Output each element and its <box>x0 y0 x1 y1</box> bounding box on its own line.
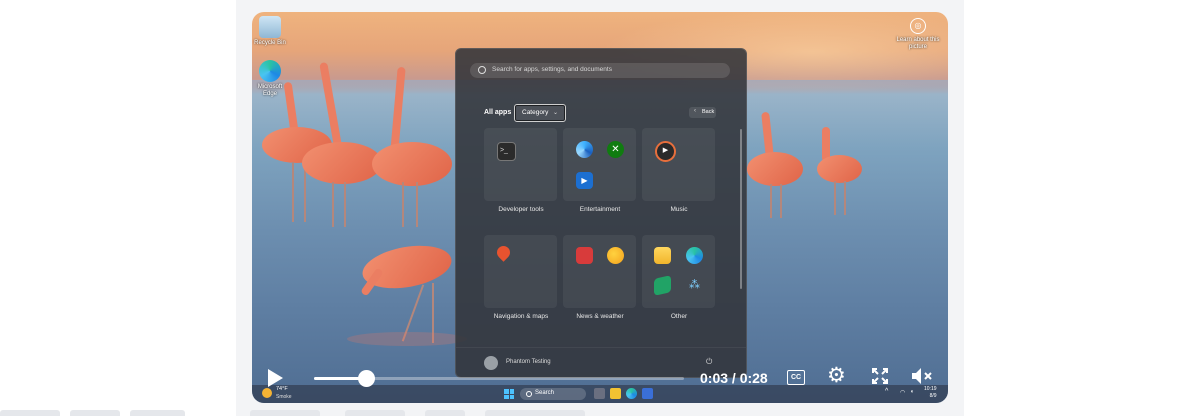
progress-handle[interactable] <box>357 370 375 387</box>
category-tile-navigation-maps[interactable] <box>484 235 557 308</box>
page-bottom-strip <box>0 410 1200 416</box>
desktop-icon-edge[interactable]: Microsoft Edge <box>252 60 288 98</box>
bottom-tab[interactable] <box>485 410 585 416</box>
play-button[interactable] <box>268 369 283 387</box>
weather-icon <box>607 247 624 264</box>
back-button[interactable]: ‹ Back <box>689 107 716 118</box>
chevron-left-icon: ‹ <box>694 108 696 114</box>
back-button-label: Back <box>702 109 715 115</box>
category-tile-music[interactable]: ▶ <box>642 128 715 201</box>
category-label: Navigation & maps <box>493 313 549 320</box>
video-frame: Recycle Bin Microsoft Edge ◎ Learn about… <box>252 12 948 403</box>
media-player-icon: ▶ <box>655 141 676 162</box>
captions-button[interactable]: CC <box>787 370 805 385</box>
learn-about-picture[interactable]: ◎ Learn about this picture <box>896 18 940 51</box>
bottom-tab[interactable] <box>250 410 320 416</box>
category-tile-other[interactable]: ⁂ <box>642 235 715 308</box>
desktop-icon-label: Recycle Bin <box>254 40 286 46</box>
video-controls: 0:03 / 0:28 CC ⚙ <box>252 362 948 402</box>
category-label: Music <box>670 206 688 213</box>
category-tile-entertainment[interactable]: ✕ ▶ <box>563 128 636 201</box>
video-player[interactable]: Recycle Bin Microsoft Edge ◎ Learn about… <box>252 12 948 403</box>
chevron-down-icon: ⌄ <box>552 110 558 116</box>
search-placeholder: Search for apps, settings, and documents <box>492 66 612 73</box>
category-label: Other <box>670 313 688 320</box>
mute-icon[interactable] <box>910 366 934 386</box>
category-label: Entertainment <box>579 206 621 213</box>
excel-icon <box>654 275 671 296</box>
settings-gear-icon[interactable]: ⚙ <box>827 365 846 386</box>
progress-bar[interactable] <box>314 370 684 387</box>
reflection <box>347 332 467 346</box>
recycle-bin-icon <box>259 16 281 38</box>
learn-about-picture-label: Learn about this picture <box>896 37 940 50</box>
category-label: Developer tools <box>498 206 544 213</box>
camera-icon: ◎ <box>910 18 926 34</box>
category-tile-developer-tools[interactable]: >_ <box>484 128 557 201</box>
all-apps-label: All apps <box>484 109 512 116</box>
bottom-tab[interactable] <box>0 410 60 416</box>
bottom-tab[interactable] <box>345 410 405 416</box>
news-icon <box>576 247 593 264</box>
fullscreen-icon[interactable] <box>870 366 890 386</box>
terminal-icon: >_ <box>497 142 516 161</box>
start-menu-scrollbar[interactable] <box>740 129 742 289</box>
start-search-box[interactable]: Search for apps, settings, and documents <box>470 63 730 78</box>
category-label: News & weather <box>576 313 624 320</box>
movies-icon: ▶ <box>576 172 593 189</box>
xbox-icon: ✕ <box>607 141 624 158</box>
bottom-tab[interactable] <box>130 410 185 416</box>
bottom-tab[interactable] <box>425 410 465 416</box>
desktop-icon-label: Microsoft Edge <box>257 84 283 97</box>
file-explorer-icon <box>654 247 671 264</box>
time-display: 0:03 / 0:28 <box>700 370 768 386</box>
category-dropdown-label: Category <box>522 109 549 116</box>
maps-icon <box>494 243 513 262</box>
edge-dev-icon <box>576 141 593 158</box>
category-tile-news-weather[interactable] <box>563 235 636 308</box>
edge-icon <box>259 60 281 82</box>
search-icon <box>478 66 486 74</box>
desktop-icon-recycle-bin[interactable]: Recycle Bin <box>252 16 288 47</box>
network-icon: ⁂ <box>689 279 700 291</box>
bottom-tab[interactable] <box>70 410 120 416</box>
edge-icon <box>686 247 703 264</box>
start-menu: Search for apps, settings, and documents… <box>455 48 747 378</box>
category-dropdown[interactable]: Category ⌄ <box>514 104 566 122</box>
